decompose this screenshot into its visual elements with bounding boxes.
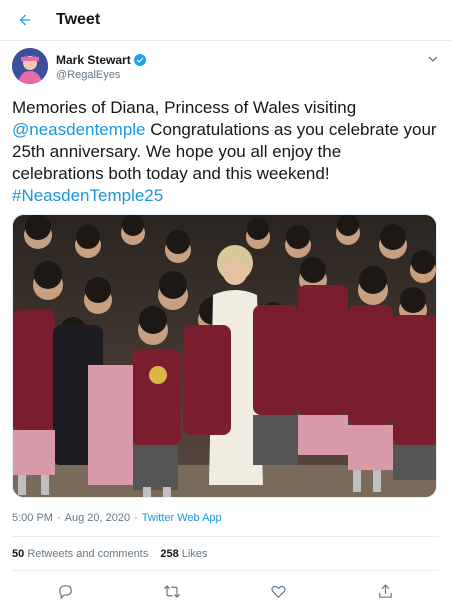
tweet-date[interactable]: Aug 20, 2020 (65, 512, 130, 524)
back-button[interactable] (14, 9, 36, 31)
tweet-timestamp: 5:00 PM · Aug 20, 2020 · Twitter Web App (12, 512, 222, 524)
page-title: Tweet (56, 11, 101, 28)
tweet-text-part: Memories of Diana, Princess of Wales vis… (12, 98, 357, 117)
tweet-menu-button[interactable] (427, 52, 439, 64)
share-icon (379, 583, 392, 598)
mention-link[interactable]: @neasdentemple (12, 120, 146, 139)
chevron-down-icon (428, 56, 438, 62)
hashtag-link[interactable]: #NeasdenTemple25 (12, 186, 163, 205)
avatar[interactable] (12, 48, 48, 84)
tweet-time[interactable]: 5:00 PM (12, 512, 53, 524)
retweet-icon (164, 584, 181, 598)
author-handle[interactable]: @RegalEyes (56, 69, 120, 81)
author-name[interactable]: Mark Stewart (56, 53, 146, 67)
meta-separator: · (134, 512, 138, 524)
tweet-stats: 50 Retweets and comments 258 Likes (12, 548, 207, 560)
divider (12, 570, 439, 571)
tweet-text: Memories of Diana, Princess of Wales vis… (12, 97, 437, 207)
divider (12, 536, 439, 537)
tweet-client-link[interactable]: Twitter Web App (142, 512, 222, 524)
tweet-header: Tweet (0, 0, 451, 41)
reply-button[interactable] (52, 578, 78, 604)
like-icon (271, 585, 286, 598)
reply-icon (59, 584, 72, 599)
like-button[interactable] (266, 578, 292, 604)
likes-stat[interactable]: 258 Likes (160, 548, 207, 560)
photo-children-group (13, 215, 436, 497)
tweet-photo[interactable] (12, 214, 437, 498)
share-button[interactable] (373, 578, 399, 604)
arrow-left-icon (19, 14, 31, 26)
retweets-stat[interactable]: 50 Retweets and comments (12, 548, 148, 560)
verified-badge-icon (133, 54, 146, 66)
retweet-button[interactable] (159, 578, 185, 604)
tweet-actions (12, 578, 439, 604)
tweet-author: Mark Stewart @RegalEyes (12, 48, 439, 92)
meta-separator: · (56, 512, 61, 524)
